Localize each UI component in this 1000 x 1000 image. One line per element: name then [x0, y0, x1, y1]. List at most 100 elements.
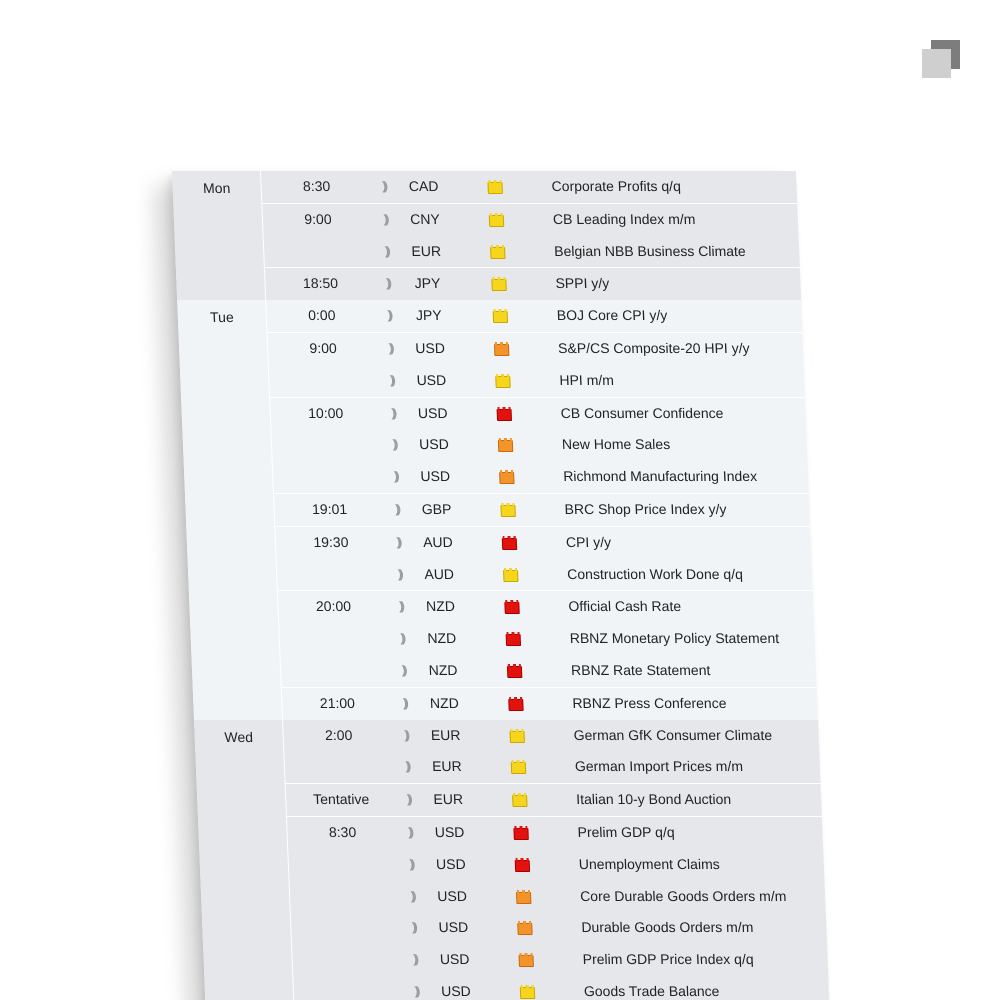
- event-row[interactable]: ))) USD Prelim GDP Price Index q/q: [292, 944, 828, 976]
- event-row[interactable]: ))) USD Goods Trade Balance: [293, 976, 829, 1000]
- event-title[interactable]: RBNZ Press Conference: [572, 688, 903, 719]
- event-row[interactable]: ))) EUR Belgian NBB Business Climate: [264, 236, 800, 268]
- event-row[interactable]: 2:00))) EUR German GfK Consumer Climate: [283, 720, 819, 752]
- event-row[interactable]: ))) AUD Construction Work Done q/q: [277, 559, 813, 591]
- event-row[interactable]: 8:30))) CAD Corporate Profits q/q: [261, 171, 797, 203]
- event-rows: 0:00))) JPY BOJ Core CPI y/y 9:00))) USD S&P/…: [265, 300, 819, 720]
- currency-code: USD: [418, 436, 450, 453]
- event-row[interactable]: ))) USD HPI m/m: [269, 365, 805, 397]
- sound-alert-icon[interactable]: ))): [392, 655, 413, 686]
- sound-alert-icon[interactable]: ))): [381, 365, 402, 396]
- sound-alert-icon[interactable]: ))): [403, 912, 424, 943]
- event-row[interactable]: ))) USD Core Durable Goods Orders m/m: [289, 881, 825, 913]
- event-title[interactable]: Prelim GDP q/q: [577, 817, 908, 848]
- sound-alert-icon[interactable]: ))): [374, 204, 395, 235]
- sound-alert-icon[interactable]: ))): [385, 461, 406, 492]
- impact-folder-icon: [506, 665, 523, 678]
- currency-code: AUD: [424, 565, 455, 582]
- event-title[interactable]: RBNZ Rate Statement: [570, 655, 901, 686]
- event-title[interactable]: CPI y/y: [565, 527, 896, 558]
- sound-alert-icon[interactable]: ))): [387, 527, 408, 558]
- impact-folder-icon: [500, 504, 516, 517]
- sound-alert-icon[interactable]: ))): [389, 559, 410, 590]
- event-row[interactable]: ))) USD Unemployment Claims: [288, 849, 824, 881]
- event-row[interactable]: ))) EUR German Import Prices m/m: [284, 751, 820, 783]
- event-title[interactable]: S&P/CS Composite-20 HPI y/y: [558, 333, 889, 364]
- event-title[interactable]: Belgian NBB Business Climate: [554, 236, 885, 267]
- event-time: Tentative: [312, 791, 370, 808]
- day-group: Mon 8:30))) CAD Corporate Profits q/q 9:00))…: [172, 171, 802, 301]
- event-title[interactable]: RBNZ Monetary Policy Statement: [569, 623, 900, 654]
- event-row[interactable]: ))) USD New Home Sales: [271, 429, 807, 461]
- impact-folder-icon: [488, 214, 505, 227]
- event-title[interactable]: Goods Trade Balance: [583, 976, 914, 1000]
- sound-alert-icon[interactable]: ))): [376, 236, 397, 267]
- event-row[interactable]: 20:00))) NZD Official Cash Rate: [277, 590, 815, 624]
- event-row[interactable]: 19:30))) AUD CPI y/y: [275, 525, 812, 559]
- sound-alert-icon[interactable]: ))): [396, 751, 417, 782]
- event-title[interactable]: German GfK Consumer Climate: [573, 720, 904, 751]
- economic-calendar-table: Mon 8:30))) CAD Corporate Profits q/q 9:00))…: [172, 171, 830, 1000]
- sound-alert-icon[interactable]: ))): [394, 688, 415, 719]
- event-row[interactable]: ))) NZD RBNZ Rate Statement: [280, 655, 816, 687]
- sound-alert-icon[interactable]: ))): [373, 171, 394, 202]
- sound-alert-icon[interactable]: ))): [395, 720, 416, 751]
- currency-code: USD: [417, 404, 448, 421]
- event-title[interactable]: Construction Work Done q/q: [567, 559, 898, 590]
- sound-alert-icon[interactable]: ))): [405, 976, 426, 1000]
- event-row[interactable]: 18:50))) JPY SPPI y/y: [264, 267, 802, 301]
- impact-folder-icon: [515, 891, 532, 904]
- event-rows: 2:00))) EUR German GfK Consumer Climate)))…: [282, 719, 830, 1000]
- event-title[interactable]: Core Durable Goods Orders m/m: [579, 881, 910, 912]
- event-row[interactable]: 0:00))) JPY BOJ Core CPI y/y: [266, 300, 802, 332]
- event-title[interactable]: SPPI y/y: [555, 268, 886, 299]
- event-row[interactable]: ))) USD Richmond Manufacturing Index: [273, 461, 809, 493]
- sound-alert-icon[interactable]: ))): [383, 429, 404, 460]
- event-row[interactable]: 8:30))) USD Prelim GDP q/q: [286, 815, 824, 849]
- event-row[interactable]: ))) NZD RBNZ Monetary Policy Statement: [279, 623, 815, 655]
- impact-folder-icon: [497, 440, 514, 453]
- event-title[interactable]: BRC Shop Price Index y/y: [564, 494, 895, 525]
- event-row[interactable]: 19:01))) GBP BRC Shop Price Index y/y: [273, 492, 811, 526]
- event-row[interactable]: Tentative))) EUR Italian 10-y Bond Auction: [285, 783, 822, 816]
- event-title[interactable]: BOJ Core CPI y/y: [556, 300, 887, 331]
- event-row[interactable]: 10:00))) USD CB Consumer Confidence: [270, 396, 807, 430]
- event-row[interactable]: 21:00))) NZD RBNZ Press Conference: [281, 686, 819, 720]
- event-title[interactable]: Unemployment Claims: [578, 849, 909, 880]
- event-title[interactable]: Richmond Manufacturing Index: [563, 461, 894, 492]
- event-title[interactable]: Prelim GDP Price Index q/q: [582, 944, 913, 975]
- event-title[interactable]: Italian 10-y Bond Auction: [576, 784, 907, 815]
- event-row[interactable]: 9:00))) CNY CB Leading Index m/m: [262, 202, 799, 236]
- impact-folder-icon: [490, 246, 506, 259]
- event-title[interactable]: Official Cash Rate: [568, 591, 899, 622]
- currency-code: GBP: [421, 500, 452, 517]
- sound-alert-icon[interactable]: ))): [377, 268, 398, 299]
- sound-alert-icon[interactable]: ))): [380, 333, 401, 364]
- sound-alert-icon[interactable]: ))): [401, 881, 422, 912]
- event-title[interactable]: Durable Goods Orders m/m: [581, 912, 912, 943]
- event-title[interactable]: CB Consumer Confidence: [560, 398, 891, 429]
- event-row[interactable]: 9:00))) USD S&P/CS Composite-20 HPI y/y: [267, 331, 804, 365]
- sound-alert-icon[interactable]: ))): [398, 784, 419, 815]
- sound-alert-icon[interactable]: ))): [378, 300, 399, 331]
- event-title[interactable]: HPI m/m: [559, 365, 890, 396]
- impact-folder-icon: [495, 375, 511, 388]
- currency-code: NZD: [427, 630, 457, 647]
- sound-alert-icon[interactable]: ))): [400, 849, 421, 880]
- event-time: 21:00: [319, 694, 356, 711]
- sound-alert-icon[interactable]: ))): [382, 398, 403, 429]
- event-title[interactable]: CB Leading Index m/m: [552, 204, 883, 235]
- sound-alert-icon[interactable]: ))): [390, 591, 411, 622]
- sound-alert-icon[interactable]: ))): [391, 623, 412, 654]
- currency-code: NZD: [428, 661, 458, 678]
- impact-folder-icon: [491, 279, 507, 292]
- sound-alert-icon[interactable]: ))): [386, 494, 407, 525]
- event-title[interactable]: New Home Sales: [561, 429, 892, 460]
- event-title[interactable]: German Import Prices m/m: [574, 751, 905, 782]
- sound-alert-icon[interactable]: ))): [399, 817, 420, 848]
- sound-alert-icon[interactable]: ))): [404, 944, 425, 975]
- event-title[interactable]: Corporate Profits q/q: [551, 171, 882, 202]
- event-time: 10:00: [307, 404, 344, 421]
- event-row[interactable]: ))) USD Durable Goods Orders m/m: [291, 912, 827, 944]
- event-time: 20:00: [315, 598, 352, 615]
